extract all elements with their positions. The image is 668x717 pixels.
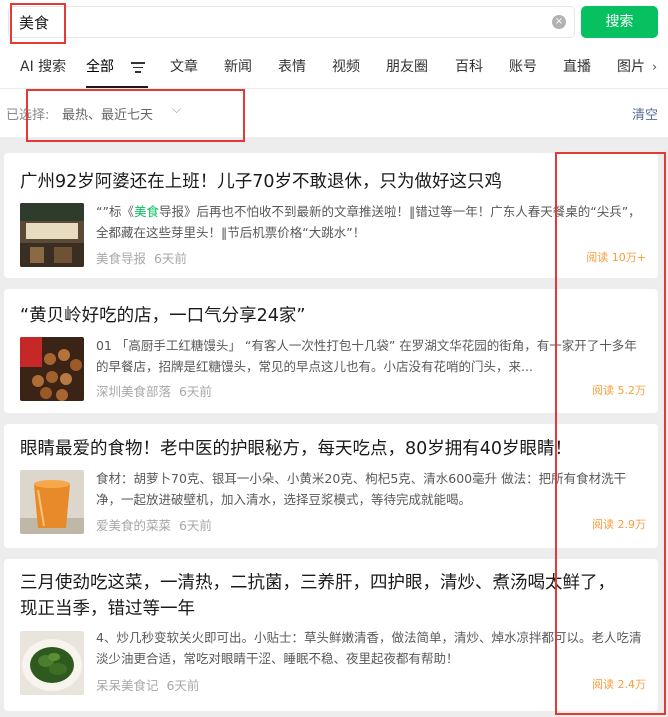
result-snippet: 食材：胡萝卜70克、银耳一小朵、小黄米20克、枸杞5克、清水600毫升 做法：把… (96, 471, 627, 507)
result-card[interactable]: 眼睛最爱的食物！老中医的护眼秘方，每天吃点，80岁拥有40岁眼睛！ 食材：胡萝卜… (4, 424, 658, 548)
filter-icon[interactable] (131, 62, 145, 73)
result-card[interactable]: 广州92岁阿婆还在上班！儿子70岁不敢退休，只为做好这只鸡 “”标《美食导报》后… (4, 153, 658, 278)
clear-filter-button[interactable]: 清空 (632, 104, 658, 123)
tab-video[interactable]: 视频 (332, 44, 360, 88)
result-card[interactable]: “黄贝岭好吃的店，一口气分享24家” 01 「高厨手工红糖馒头」 “有客人一次性… (4, 289, 658, 413)
result-card[interactable]: 三月使劲吃这菜，一清热，二抗菌，三养肝，四护眼，清炒、煮汤喝太鲜了， 现正当季，… (4, 559, 658, 711)
clear-icon[interactable]: × (552, 15, 566, 29)
search-input[interactable] (19, 7, 539, 37)
search-field[interactable]: × (8, 6, 575, 38)
search-button[interactable]: 搜索 (581, 6, 658, 38)
steamed-buns-image (20, 337, 84, 401)
filter-dropdown[interactable]: 最热、最近七天 (62, 104, 153, 123)
tab-article[interactable]: 文章 (170, 44, 198, 88)
tab-ai-search[interactable]: AI 搜索 (20, 44, 66, 88)
category-tabs: AI 搜索 全部 文章 新闻 表情 视频 朋友圈 百科 账号 直播 图片 (0, 44, 668, 89)
tab-encyclopedia[interactable]: 百科 (455, 44, 483, 88)
result-thumbnail[interactable] (20, 203, 84, 267)
result-source[interactable]: 呆呆美食记 6天前 (96, 675, 199, 694)
result-source[interactable]: 爱美食的菜菜 6天前 (96, 515, 212, 534)
restaurant-storefront-image (20, 203, 84, 267)
carrot-drink-image (20, 470, 84, 534)
result-time: 6天前 (166, 678, 200, 693)
result-thumbnail[interactable] (20, 337, 84, 401)
read-count: 阅读 5.2万 (592, 384, 646, 397)
result-time: 6天前 (153, 251, 187, 266)
filter-bar: 已选择: 最热、最近七天 ⌵ 清空 (0, 89, 668, 137)
keyword-highlight: 美食 (133, 204, 159, 219)
search-bar: × 搜索 (0, 0, 668, 44)
read-count: 阅读 2.9万 (592, 518, 646, 531)
read-count: 阅读 10万+ (586, 251, 646, 264)
chevron-down-icon[interactable]: ⌵ (172, 102, 181, 117)
result-title[interactable]: 眼睛最爱的食物！老中医的护眼秘方，每天吃点，80岁拥有40岁眼睛！ (20, 434, 572, 464)
result-thumbnail[interactable] (20, 631, 84, 695)
filter-label: 已选择: (6, 108, 50, 123)
tab-images[interactable]: 图片 (617, 44, 645, 88)
stir-fried-greens-image (20, 631, 84, 695)
result-title-line2[interactable]: 现正当季，错过等一年 (20, 594, 195, 624)
result-snippet: 4、炒几秒变软关火即可出。小贴士：草头鲜嫩清香，做法简单，清炒、焯水凉拌都可以。… (96, 630, 642, 666)
result-snippet: “”标《美食导报》后再也不怕收不到最新的文章推送啦！‖错过等一年！广东人春天餐桌… (96, 204, 641, 240)
tab-moments[interactable]: 朋友圈 (386, 44, 428, 88)
active-tab-underline (86, 86, 148, 88)
tab-account[interactable]: 账号 (509, 44, 537, 88)
result-time: 6天前 (178, 518, 212, 533)
chevron-right-icon[interactable]: › (652, 60, 657, 75)
result-title[interactable]: “黄贝岭好吃的店，一口气分享24家” (20, 301, 305, 331)
tab-all-label: 全部 (86, 59, 114, 75)
result-source[interactable]: 深圳美食部落 6天前 (96, 381, 212, 400)
tab-sticker[interactable]: 表情 (278, 44, 306, 88)
result-title[interactable]: 广州92岁阿婆还在上班！儿子70岁不敢退休，只为做好这只鸡 (20, 167, 502, 197)
tab-news[interactable]: 新闻 (224, 44, 252, 88)
result-source[interactable]: 美食导报 6天前 (96, 248, 187, 267)
result-snippet: 01 「高厨手工红糖馒头」 “有客人一次性打包十几袋” 在罗湖文华花园的街角，有… (96, 338, 637, 374)
tab-live[interactable]: 直播 (563, 44, 591, 88)
result-thumbnail[interactable] (20, 470, 84, 534)
read-count: 阅读 2.4万 (592, 678, 646, 691)
result-time: 6天前 (178, 384, 212, 399)
